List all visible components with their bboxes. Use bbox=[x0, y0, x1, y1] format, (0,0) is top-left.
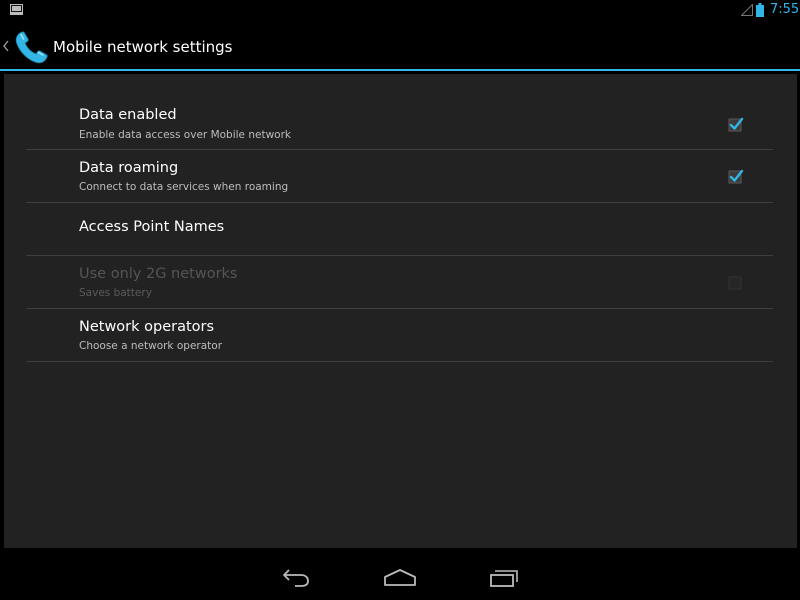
back-icon[interactable] bbox=[281, 566, 311, 588]
data-enabled-checkbox[interactable] bbox=[728, 116, 744, 132]
pref-summary: Choose a network operator bbox=[79, 340, 223, 352]
navigation-bar bbox=[0, 552, 800, 600]
action-bar-divider bbox=[0, 69, 800, 71]
pref-title: Data enabled bbox=[79, 107, 177, 123]
divider bbox=[26, 361, 773, 362]
pref-summary: Connect to data services when roaming bbox=[79, 181, 289, 193]
battery-icon bbox=[756, 3, 764, 17]
pref-data-enabled[interactable]: Data enabled Enable data access over Mob… bbox=[26, 98, 773, 150]
recents-icon[interactable] bbox=[489, 566, 519, 588]
pref-access-point-names[interactable]: Access Point Names bbox=[26, 203, 773, 255]
pref-title: Use only 2G networks bbox=[79, 266, 238, 282]
pref-summary: Saves battery bbox=[79, 287, 152, 299]
status-bar: 7:55 bbox=[0, 0, 800, 22]
pref-use-only-2g: Use only 2G networks Saves battery bbox=[26, 256, 773, 308]
tablet-icon bbox=[10, 4, 23, 15]
use-only-2g-checkbox bbox=[728, 276, 742, 290]
chevron-left-icon[interactable] bbox=[3, 40, 9, 52]
signal-icon bbox=[741, 4, 753, 16]
status-time: 7:55 bbox=[770, 2, 800, 17]
page-title: Mobile network settings bbox=[53, 38, 233, 56]
home-icon[interactable] bbox=[383, 566, 417, 588]
preferences-panel: Data enabled Enable data access over Mob… bbox=[4, 74, 797, 548]
pref-summary: Enable data access over Mobile network bbox=[79, 129, 291, 141]
pref-title: Network operators bbox=[79, 319, 215, 335]
data-roaming-checkbox[interactable] bbox=[728, 168, 744, 184]
pref-data-roaming[interactable]: Data roaming Connect to data services wh… bbox=[26, 150, 773, 202]
pref-title: Data roaming bbox=[79, 160, 179, 176]
pref-title: Access Point Names bbox=[79, 219, 225, 235]
pref-network-operators[interactable]: Network operators Choose a network opera… bbox=[26, 309, 773, 361]
phone-icon[interactable] bbox=[12, 29, 50, 67]
action-bar: Mobile network settings bbox=[0, 22, 800, 70]
